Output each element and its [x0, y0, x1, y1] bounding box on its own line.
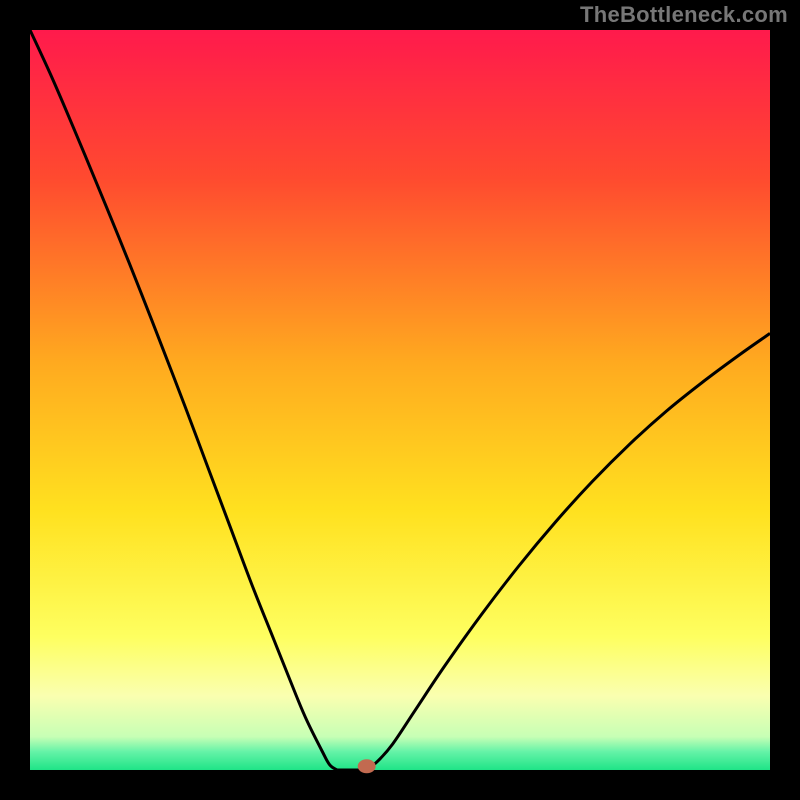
plot-background: [30, 30, 770, 770]
chart-frame: TheBottleneck.com: [0, 0, 800, 800]
bottleneck-chart: [0, 0, 800, 800]
min-marker: [358, 759, 376, 773]
watermark-text: TheBottleneck.com: [580, 2, 788, 28]
